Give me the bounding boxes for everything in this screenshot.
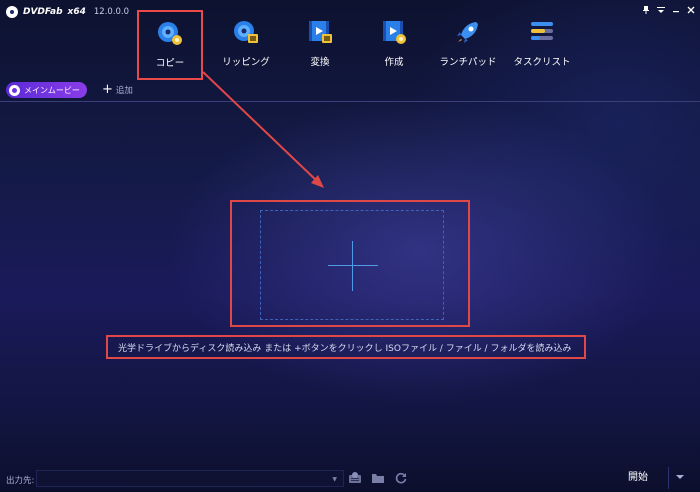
- start-options-button[interactable]: [668, 467, 690, 489]
- module-task-list[interactable]: タスクリスト: [505, 10, 579, 78]
- module-label: ランチパッド: [439, 57, 497, 68]
- module-label: 作成: [384, 57, 404, 68]
- drop-zone[interactable]: [260, 210, 444, 320]
- task-list-icon: [531, 22, 553, 40]
- app-name: DVDFab: [23, 7, 63, 17]
- app-brand: DVDFab x64 12.0.0.0: [6, 6, 129, 18]
- video-creator-icon: [383, 21, 406, 44]
- tab-main-label: メインムービー: [24, 85, 80, 95]
- add-source-plus-icon[interactable]: [328, 265, 378, 266]
- window-controls: [641, 5, 696, 15]
- tab-bar: メインムービー + 追加: [0, 80, 700, 102]
- chevron-down-icon[interactable]: ▼: [332, 476, 337, 483]
- add-source-plus-icon-vertical[interactable]: [352, 241, 353, 291]
- drop-zone-highlight: [230, 200, 470, 327]
- disc-ripper-icon: [234, 21, 258, 43]
- close-icon[interactable]: [686, 5, 696, 15]
- iso-icon[interactable]: [348, 471, 362, 485]
- module-label: タスクリスト: [513, 57, 571, 68]
- app-version: 12.0.0.0: [93, 7, 130, 17]
- drop-hint-text: 光学ドライブからディスク読み込み または +ボタンをクリックし ISOファイル …: [118, 344, 572, 354]
- hint-highlight: 光学ドライブからディスク読み込み または +ボタンをクリックし ISOファイル …: [106, 335, 586, 359]
- rocket-icon: [457, 22, 478, 43]
- module-converter[interactable]: 変換: [283, 10, 357, 78]
- chevron-down-icon: [676, 475, 684, 479]
- disc-copy-icon: [158, 22, 182, 45]
- add-tab-button[interactable]: + 追加: [102, 82, 133, 97]
- module-label: コピー: [155, 58, 185, 69]
- video-converter-icon: [309, 21, 332, 43]
- refresh-icon[interactable]: [394, 471, 408, 485]
- module-launchpad[interactable]: ランチパッド: [431, 10, 505, 78]
- module-label: 変換: [310, 57, 330, 68]
- minimize-icon[interactable]: [671, 5, 681, 15]
- plus-icon: +: [102, 82, 113, 97]
- output-path-field[interactable]: ▼: [36, 470, 344, 487]
- start-button[interactable]: 開始: [610, 467, 666, 489]
- pin-icon[interactable]: [641, 5, 651, 15]
- folder-icon[interactable]: [371, 471, 385, 485]
- module-copy[interactable]: コピー: [137, 10, 203, 80]
- add-tab-label: 追加: [115, 86, 133, 96]
- module-bar: コピー リッピング 変換 作成 ランチパッド タスクリスト: [137, 10, 579, 80]
- module-creator[interactable]: 作成: [357, 10, 431, 78]
- app-arch: x64: [67, 7, 86, 17]
- module-label: リッピング: [222, 57, 270, 68]
- tab-main-movie[interactable]: メインムービー: [6, 82, 87, 98]
- footer-bar: 出力先: ▼ 開始: [0, 465, 700, 492]
- menu-icon[interactable]: [656, 5, 666, 15]
- dvdfab-logo-icon: [6, 6, 18, 18]
- output-label: 出力先:: [6, 476, 35, 486]
- module-ripper[interactable]: リッピング: [209, 10, 283, 78]
- disc-icon: [9, 84, 20, 96]
